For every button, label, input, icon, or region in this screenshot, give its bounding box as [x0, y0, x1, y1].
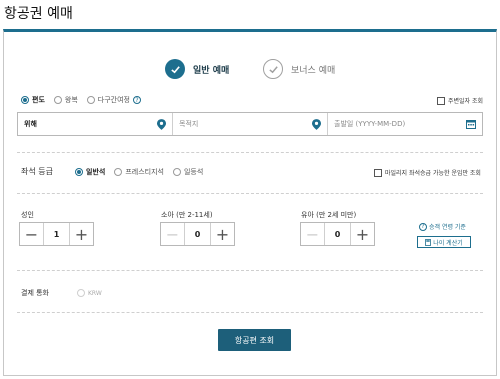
divider [17, 193, 483, 194]
cabin-class-label: 좌석 등급 [21, 167, 53, 176]
radio-currency-krw[interactable]: KRW [77, 289, 102, 297]
adult-count: 1 [53, 229, 60, 239]
tab-bonus-booking-label: 보너스 예매 [291, 65, 336, 76]
age-calculator-button[interactable]: 나이 계산기 [417, 236, 471, 248]
route-fields: 위해 목적지 출발일 (YYYY-MM-DD) [17, 112, 483, 136]
minus-button[interactable]: − [20, 223, 44, 245]
checkbox-box [374, 168, 382, 177]
child-label: 소아 (만 2-11세) [161, 211, 213, 219]
check-circle-icon [165, 59, 185, 79]
radio-dot [172, 168, 181, 176]
radio-one-way-label: 편도 [32, 96, 45, 104]
trip-type-group: 편도 왕복 다구간여정 ? [21, 95, 141, 105]
nearby-dates-label: 주변일자 조회 [448, 98, 484, 105]
radio-prestige-label: 프레스티지석 [125, 168, 164, 176]
radio-prestige[interactable]: 프레스티지석 [114, 167, 164, 177]
child-stepper: − 0 + [160, 222, 235, 246]
departure-date-field[interactable]: 출발일 (YYYY-MM-DD) [328, 113, 482, 135]
adult-label: 성인 [21, 211, 34, 219]
tab-regular-booking[interactable]: 일반 예매 [165, 59, 229, 79]
tab-bonus-booking[interactable]: 보너스 예매 [263, 59, 335, 79]
infant-label: 유아 (만 2세 미만) [301, 211, 357, 219]
checkbox-box [437, 96, 445, 105]
radio-multi-city-label: 다구간여정 [97, 96, 130, 104]
currency-label: 결제 통화 [21, 289, 49, 297]
booking-card: 일반 예매 보너스 예매 편도 왕복 다구간여정 ? 주변일자 조회 위해 목적… [3, 29, 497, 376]
origin-value: 위해 [24, 120, 37, 128]
divider [17, 152, 483, 153]
passenger-age-help-link[interactable]: ? 승객 연령 기준 [419, 222, 466, 231]
tab-regular-booking-label: 일반 예매 [193, 65, 230, 76]
search-flights-button[interactable]: 항공편 조회 [218, 329, 291, 351]
divider [17, 312, 483, 313]
child-count: 0 [194, 229, 201, 239]
plus-button[interactable]: + [210, 223, 234, 245]
cabin-class-group: 일반석 프레스티지석 일등석 [75, 167, 203, 177]
radio-first-label: 일등석 [183, 168, 204, 176]
divider [17, 270, 483, 271]
date-placeholder: 출발일 (YYYY-MM-DD) [334, 120, 406, 128]
check-circle-icon [263, 59, 283, 79]
calculator-icon [425, 238, 432, 246]
infant-count: 0 [334, 229, 341, 239]
origin-field[interactable]: 위해 [18, 113, 173, 135]
destination-placeholder: 목적지 [179, 120, 199, 128]
radio-dot [21, 96, 29, 104]
radio-dot [77, 289, 85, 297]
minus-button[interactable]: − [301, 223, 325, 245]
page-title: 항공권 예매 [4, 6, 73, 22]
radio-dot [86, 96, 95, 104]
radio-first[interactable]: 일등석 [172, 167, 204, 177]
radio-currency-krw-label: KRW [88, 289, 102, 297]
infant-stepper: − 0 + [300, 222, 375, 246]
radio-economy[interactable]: 일반석 [75, 167, 105, 177]
upgrade-fare-label: 마일리지 좌석승급 가능한 운임만 조회 [385, 170, 481, 177]
destination-field[interactable]: 목적지 [173, 113, 328, 135]
radio-round-trip[interactable]: 왕복 [53, 95, 78, 105]
plus-button[interactable]: + [350, 223, 374, 245]
radio-dot [114, 168, 123, 176]
map-pin-icon [157, 119, 166, 132]
radio-dot [53, 96, 62, 104]
radio-economy-label: 일반석 [86, 168, 106, 176]
help-icon: ? [419, 222, 427, 231]
minus-button[interactable]: − [161, 223, 185, 245]
passenger-age-help-label: 승객 연령 기준 [429, 224, 466, 231]
radio-round-trip-label: 왕복 [64, 96, 78, 104]
radio-one-way[interactable]: 편도 [21, 95, 45, 105]
radio-multi-city[interactable]: 다구간여정 ? [86, 95, 141, 105]
calendar-icon [466, 119, 476, 131]
upgrade-fare-checkbox[interactable]: 마일리지 좌석승급 가능한 운임만 조회 [374, 168, 481, 177]
age-calculator-label: 나이 계산기 [433, 239, 463, 247]
radio-dot [75, 168, 83, 176]
adult-stepper: − 1 + [19, 222, 94, 246]
help-icon[interactable]: ? [132, 96, 141, 104]
plus-button[interactable]: + [69, 223, 93, 245]
map-pin-icon [312, 119, 321, 132]
nearby-dates-checkbox[interactable]: 주변일자 조회 [437, 96, 483, 105]
